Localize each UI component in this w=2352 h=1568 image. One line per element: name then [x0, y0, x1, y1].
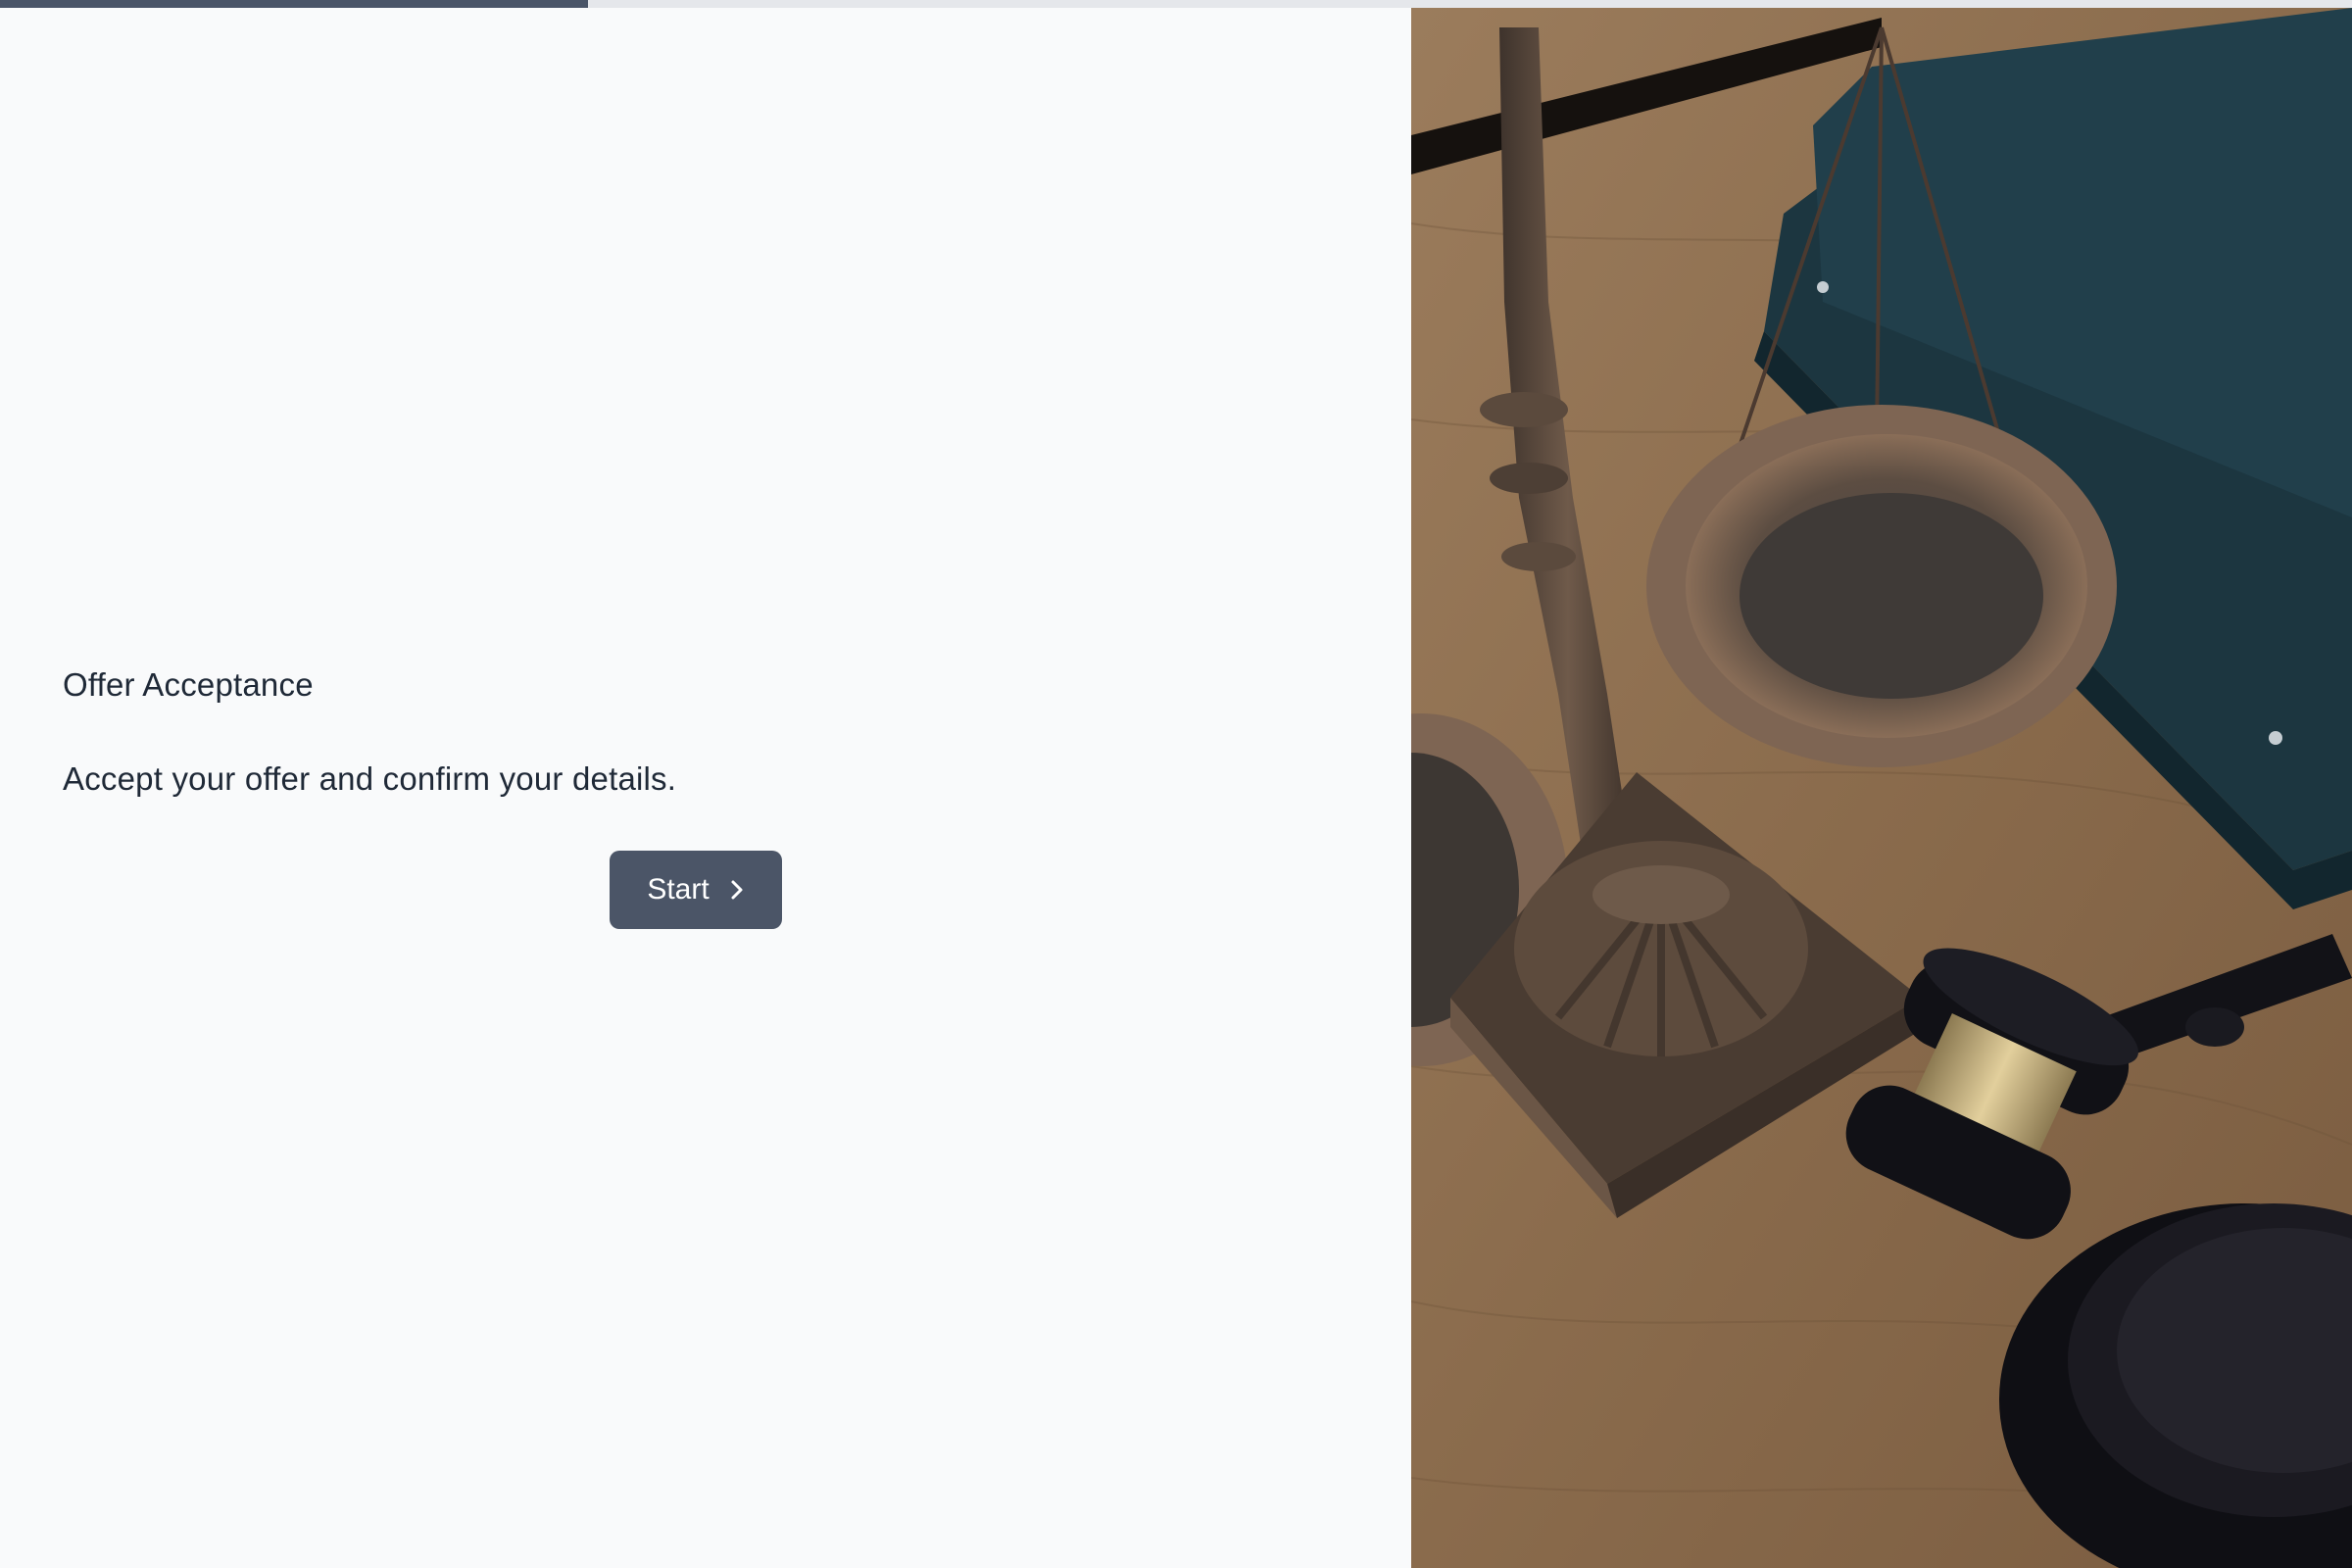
page-subtitle: Accept your offer and confirm your detai… — [63, 760, 677, 797]
chevron-right-icon — [729, 878, 745, 902]
page-title: Offer Acceptance — [63, 666, 314, 703]
intro-panel: Offer Acceptance Accept your offer and c… — [0, 8, 1411, 1568]
start-button-label: Start — [647, 873, 710, 906]
progress-bar — [0, 0, 2352, 8]
hero-image — [1411, 8, 2352, 1568]
progress-bar-fill — [0, 0, 588, 8]
start-button[interactable]: Start — [610, 851, 782, 929]
